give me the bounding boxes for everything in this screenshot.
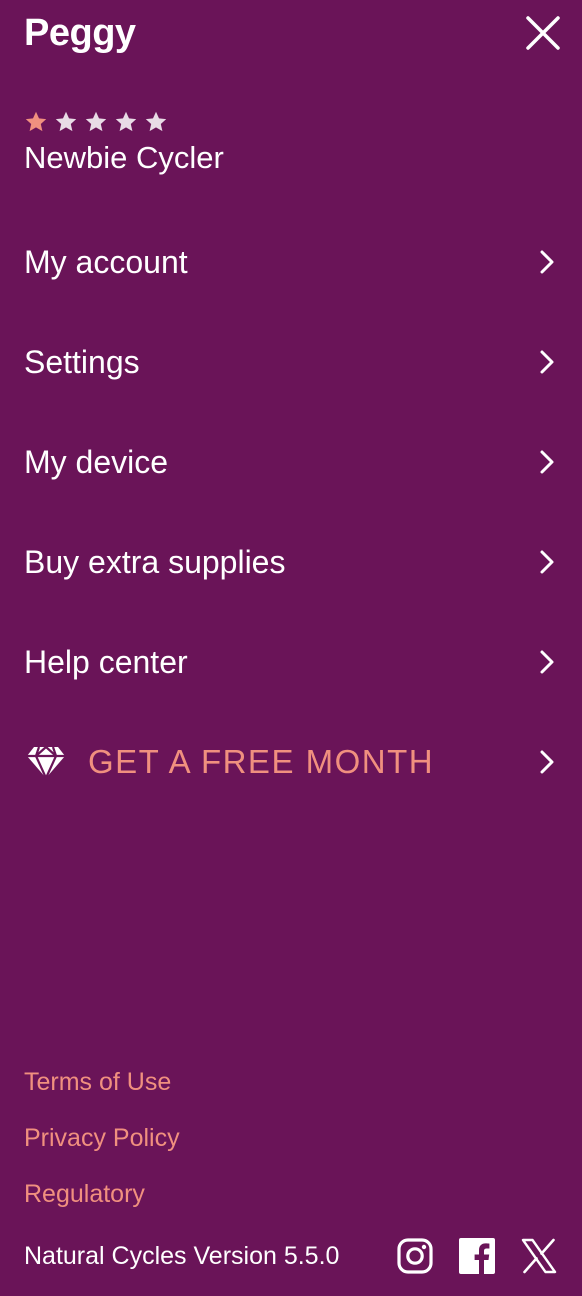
menu-item-get-free-month[interactable]: GET A FREE MONTH (0, 712, 582, 812)
rank-section: Newbie Cycler (24, 110, 224, 176)
star-icon (115, 111, 137, 132)
menu-item-help-center[interactable]: Help center (0, 612, 582, 712)
star-icon (145, 111, 167, 132)
drawer-header: Peggy (24, 10, 562, 60)
rank-title: Newbie Cycler (24, 140, 224, 175)
close-icon[interactable] (524, 14, 562, 52)
menu-item-label: My device (24, 444, 169, 480)
menu-item-label: Settings (24, 344, 140, 380)
chevron-right-icon (540, 650, 554, 674)
user-name: Peggy (24, 12, 136, 54)
footer-links: Terms of Use Privacy Policy Regulatory (24, 1062, 180, 1230)
star-icon-filled (25, 111, 47, 132)
terms-of-use-link[interactable]: Terms of Use (24, 1062, 180, 1102)
diamond-icon (27, 745, 65, 780)
menu-item-my-account[interactable]: My account (0, 212, 582, 312)
chevron-right-icon (540, 550, 554, 574)
star-icon (55, 111, 77, 132)
instagram-icon[interactable] (396, 1237, 434, 1275)
chevron-right-icon (540, 750, 554, 774)
privacy-policy-link[interactable]: Privacy Policy (24, 1118, 180, 1158)
social-links (396, 1237, 558, 1275)
promo-label: GET A FREE MONTH (88, 743, 435, 780)
chevron-right-icon (540, 350, 554, 374)
close-button[interactable] (524, 14, 562, 52)
x-icon[interactable] (520, 1237, 558, 1275)
regulatory-link[interactable]: Regulatory (24, 1174, 180, 1214)
star-icon (85, 111, 107, 132)
menu-item-settings[interactable]: Settings (0, 312, 582, 412)
rank-stars (24, 110, 224, 134)
menu-item-my-device[interactable]: My device (0, 412, 582, 512)
menu-list: My account Settings My device Buy extra … (0, 212, 582, 812)
menu-item-label: My account (24, 244, 188, 280)
facebook-icon[interactable] (458, 1237, 496, 1275)
menu-item-label: Help center (24, 644, 188, 680)
bottom-bar: Natural Cycles Version 5.5.0 (24, 1234, 558, 1278)
chevron-right-icon (540, 250, 554, 274)
menu-item-buy-extra-supplies[interactable]: Buy extra supplies (0, 512, 582, 612)
chevron-right-icon (540, 450, 554, 474)
menu-item-label: Buy extra supplies (24, 544, 286, 580)
app-version: Natural Cycles Version 5.5.0 (24, 1242, 340, 1270)
